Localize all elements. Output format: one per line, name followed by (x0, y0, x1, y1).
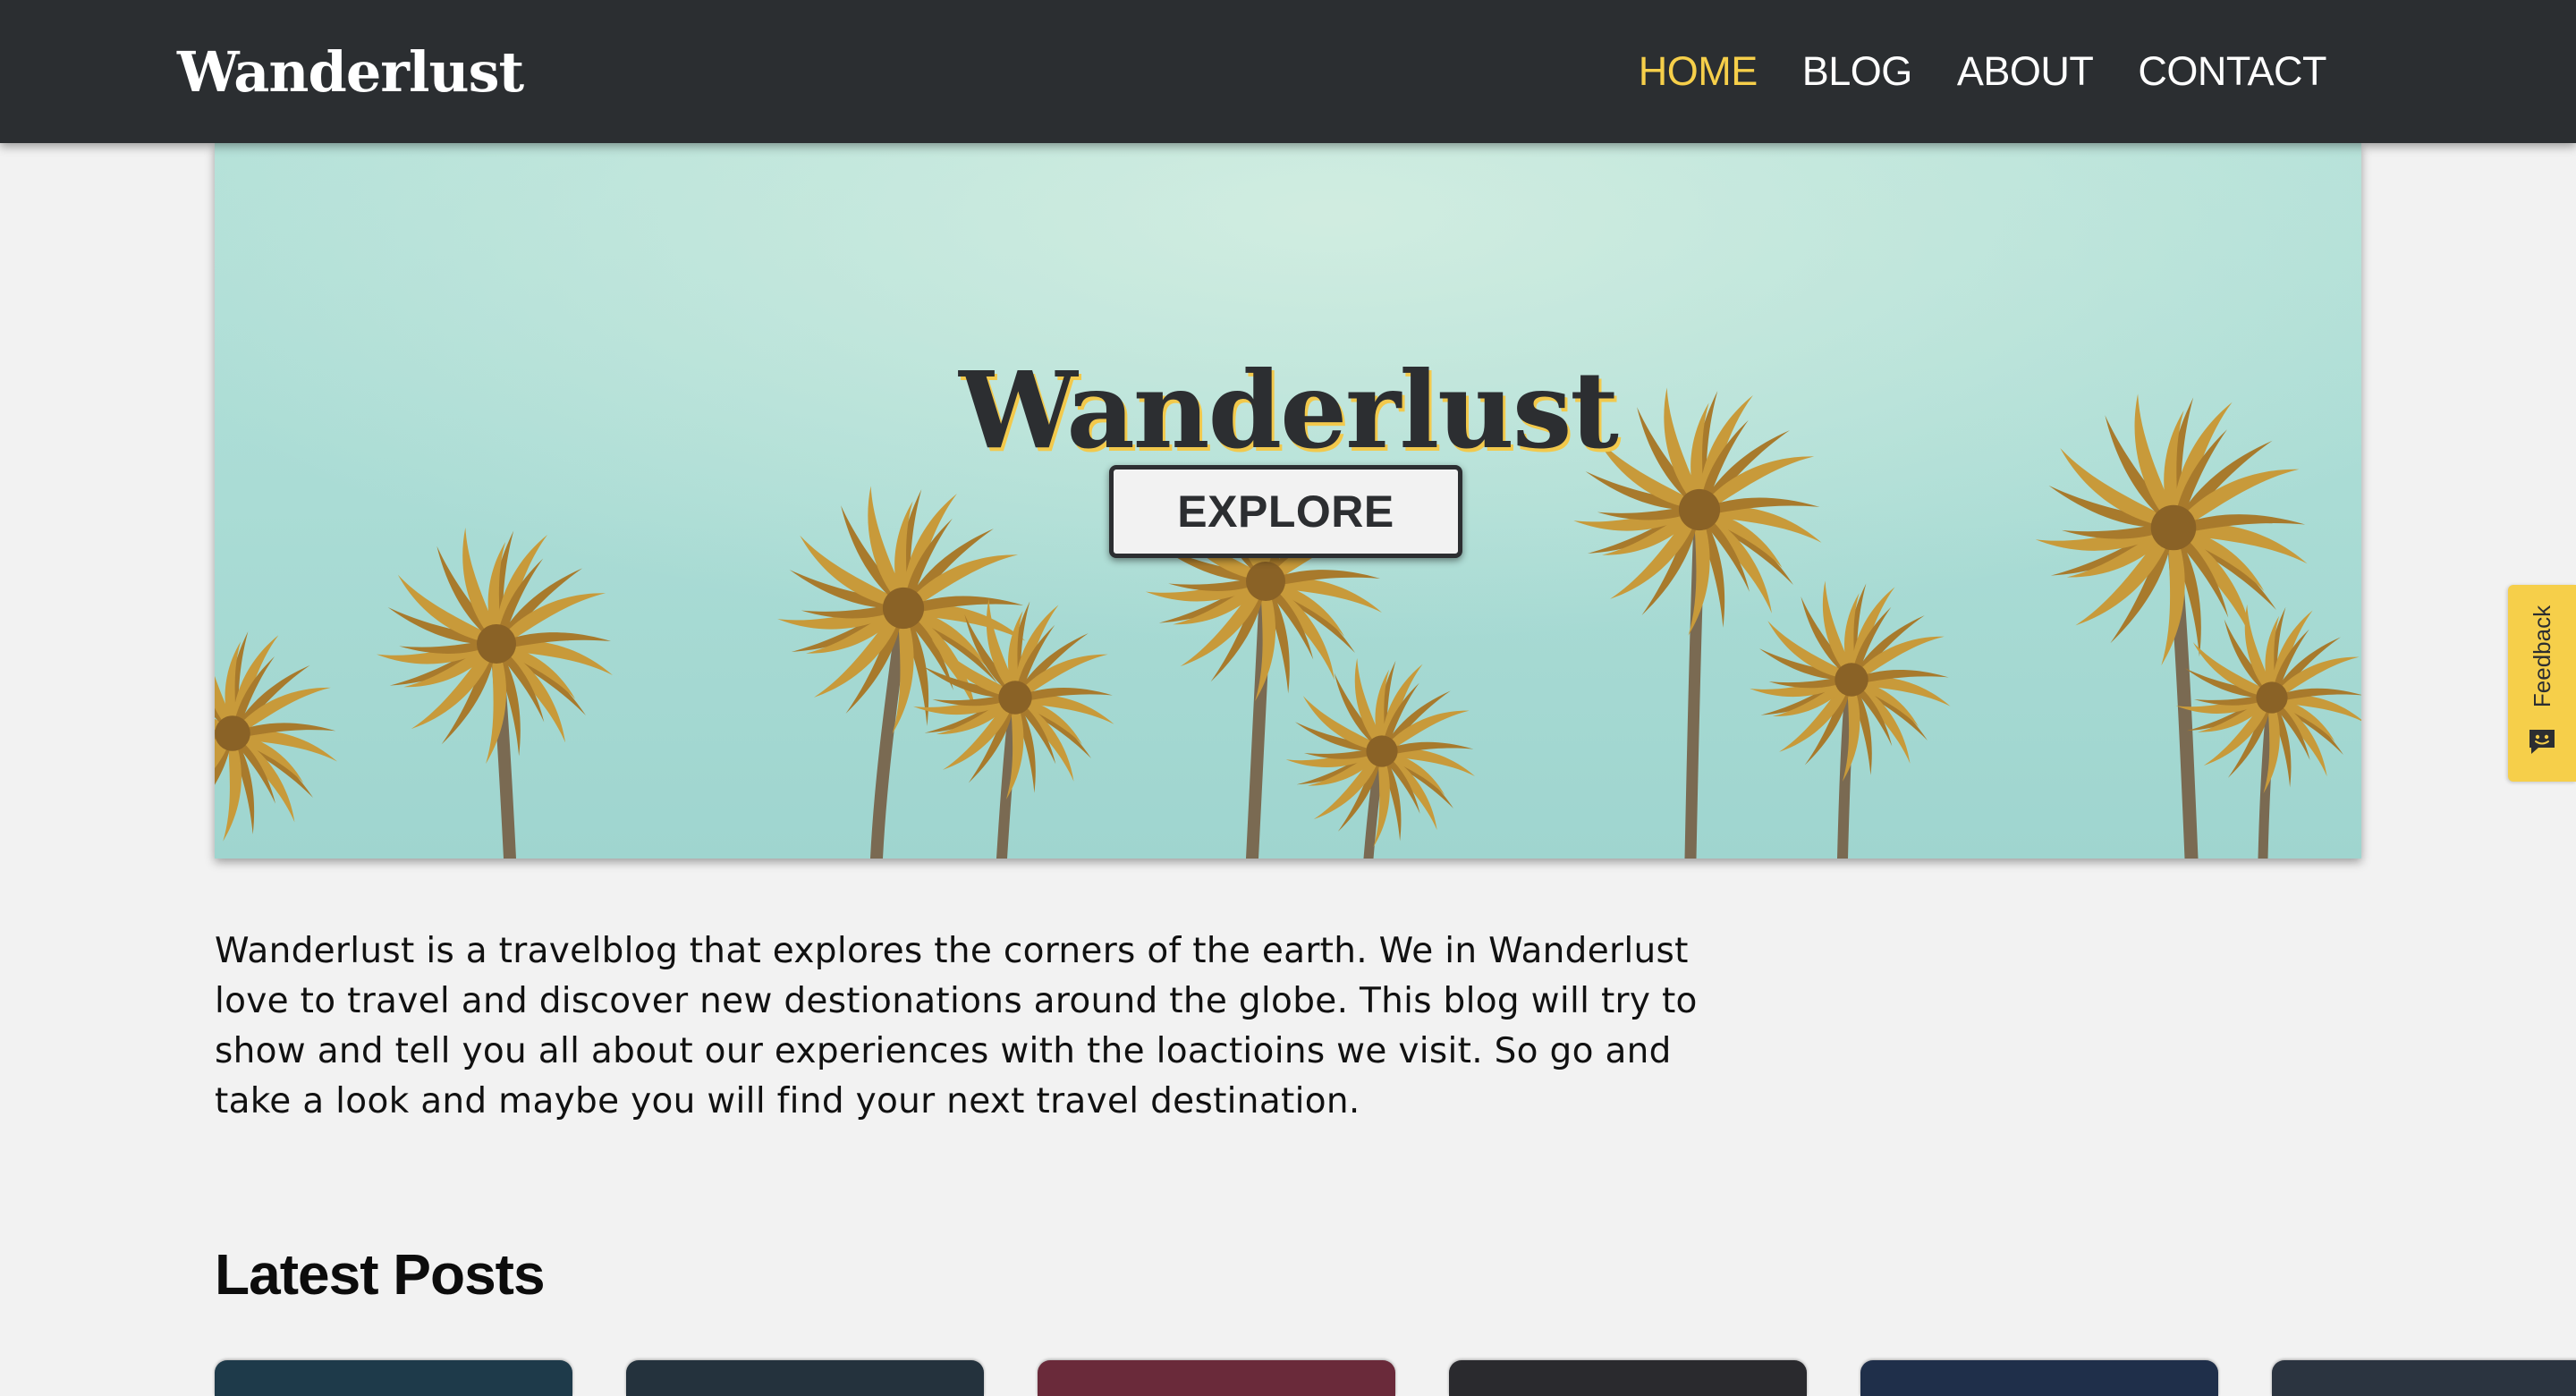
post-card[interactable] (1449, 1360, 1807, 1396)
post-card[interactable] (626, 1360, 984, 1396)
intro-paragraph: Wanderlust is a travelblog that explores… (215, 931, 1698, 1121)
post-card[interactable] (215, 1360, 572, 1396)
feedback-tab[interactable]: Feedback (2508, 585, 2576, 782)
site-header: Wanderlust HOME BLOG ABOUT CONTACT (0, 0, 2576, 143)
site-logo[interactable]: Wanderlust (177, 32, 524, 113)
post-card[interactable] (2272, 1360, 2576, 1396)
latest-posts-heading: Latest Posts (215, 1242, 546, 1307)
hero-banner: Wanderlust EXPLORE (215, 143, 2361, 859)
post-card[interactable] (1038, 1360, 1395, 1396)
nav-blog-link[interactable]: BLOG (1802, 39, 1913, 104)
nav-contact-link[interactable]: CONTACT (2138, 39, 2326, 104)
nav-about-link[interactable]: ABOUT (1957, 39, 2094, 104)
post-card[interactable] (1860, 1360, 2218, 1396)
nav-home-link[interactable]: HOME (1639, 39, 1758, 104)
explore-button[interactable]: EXPLORE (1109, 465, 1462, 558)
main-nav: HOME BLOG ABOUT CONTACT (1639, 39, 2327, 104)
feedback-label: Feedback (2529, 605, 2555, 708)
feedback-face-icon (2529, 730, 2555, 754)
post-cards-row (0, 1360, 2576, 1396)
hero-title: Wanderlust (959, 348, 1619, 473)
